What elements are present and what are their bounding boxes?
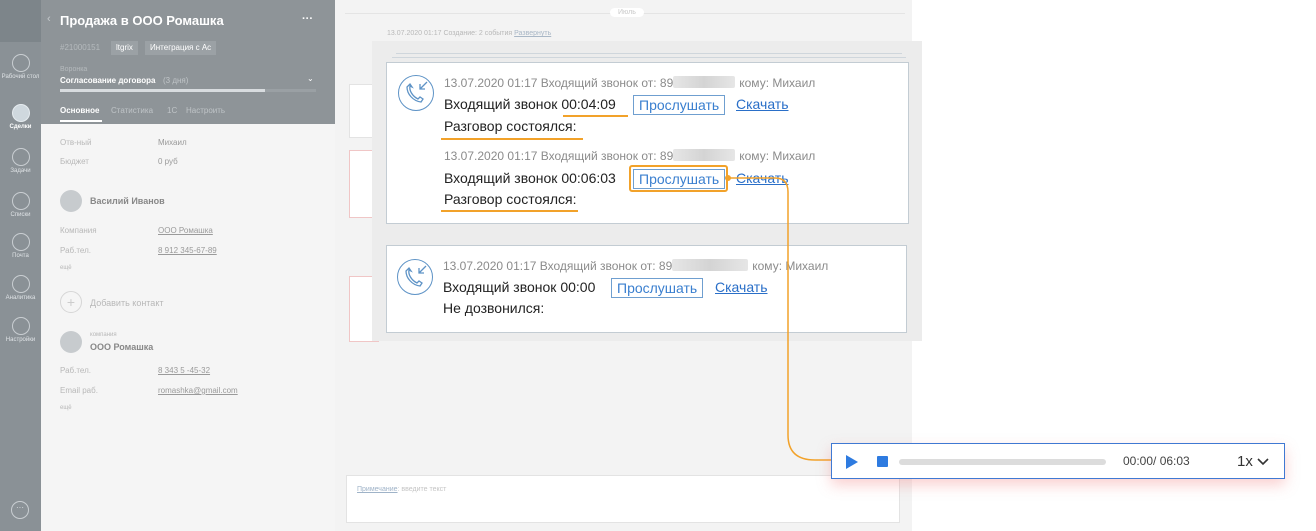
nav-item-deals[interactable]: Сделки xyxy=(0,104,41,130)
tab-statistics[interactable]: Статистика xyxy=(111,106,153,115)
listen-highlight xyxy=(629,165,728,192)
incoming-call-icon xyxy=(398,75,434,111)
deal-tag[interactable]: ltgrix xyxy=(111,41,138,55)
call-meta: 13.07.2020 01:17 Входящий звонок от: 89 к… xyxy=(444,149,816,163)
deal-id: #21000151 xyxy=(60,43,101,52)
seek-bar[interactable] xyxy=(899,459,1106,465)
note-placeholder[interactable]: Примечание: введите текст xyxy=(357,486,446,493)
contact-name[interactable]: Василий Иванов xyxy=(90,196,165,206)
note-input[interactable] xyxy=(346,475,900,523)
pipeline-days: (3 дня) xyxy=(163,76,189,85)
call-duration: Входящий звонок 00:04:09 xyxy=(444,96,616,112)
tab-1c[interactable]: 1С xyxy=(167,106,177,115)
company-avatar xyxy=(60,331,82,353)
company-more-link[interactable]: ещё xyxy=(60,405,72,411)
status-highlight xyxy=(441,210,578,212)
company-phone-label: Раб.тел. xyxy=(60,366,91,375)
listen-button[interactable]: Прослушать xyxy=(633,95,726,115)
expand-link[interactable]: Развернуть xyxy=(514,30,551,37)
phone-redacted xyxy=(673,76,736,88)
add-contact-icon[interactable]: + xyxy=(60,291,82,313)
player-time: 00:00/ 06:03 xyxy=(1123,454,1190,468)
analytics-icon xyxy=(11,275,30,293)
nav-item-mail[interactable]: Почта xyxy=(0,233,41,259)
listen-button[interactable]: Прослушать xyxy=(611,278,704,298)
nav-item-settings[interactable]: Настройки xyxy=(0,317,41,343)
tab-configure[interactable]: Настроить xyxy=(186,106,225,115)
nav-item-dashboard[interactable]: Рабочий стол xyxy=(0,54,41,80)
pipeline-progress-fill xyxy=(60,89,265,92)
contact-phone-link[interactable]: 8 912 345-67-89 xyxy=(158,246,217,255)
mail-icon xyxy=(11,233,30,251)
play-icon[interactable] xyxy=(846,455,858,469)
contact-company-label: Компания xyxy=(60,226,97,235)
phone-icon xyxy=(406,81,428,103)
contact-more-link[interactable]: ещё xyxy=(60,265,72,271)
responsible-value[interactable]: Михаил xyxy=(158,138,187,147)
call-status: Не дозвонился: xyxy=(443,300,545,316)
phone-redacted xyxy=(673,149,736,161)
dashboard-icon xyxy=(11,54,30,72)
deal-title[interactable]: Продажа в ООО Ромашка xyxy=(60,13,224,28)
incoming-call-icon xyxy=(397,259,433,295)
lists-icon xyxy=(11,192,30,210)
nav-item-analytics[interactable]: Аналитика xyxy=(0,275,41,301)
company-email-label: Email раб. xyxy=(60,386,98,395)
company-name[interactable]: ООО Ромашка xyxy=(90,342,153,352)
call-duration: Входящий звонок 00:00 xyxy=(443,279,596,295)
chevron-down-icon xyxy=(1257,458,1269,466)
nav-item-tasks[interactable]: Задачи xyxy=(0,148,41,174)
contact-phone-label: Раб.тел. xyxy=(60,246,91,255)
responsible-label: Отв-ный xyxy=(60,138,92,147)
callout-connector xyxy=(725,175,832,461)
pipeline-stage[interactable]: Согласование договора xyxy=(60,76,155,85)
deal-tag[interactable]: Интеграция с Ас xyxy=(145,41,217,55)
download-link[interactable]: Скачать xyxy=(736,96,789,112)
chevron-down-icon[interactable]: ⌄ xyxy=(307,74,314,83)
feed-summary: 13.07.2020 01:17 Создание: 2 события Раз… xyxy=(387,30,552,37)
phone-icon xyxy=(405,265,427,287)
company-email-link[interactable]: romashka@gmail.com xyxy=(158,386,238,395)
contact-company-link[interactable]: ООО Ромашка xyxy=(158,226,213,235)
budget-value[interactable]: 0 руб xyxy=(158,157,178,166)
contact-avatar xyxy=(60,190,82,212)
more-menu-button[interactable]: ··· xyxy=(302,13,313,25)
company-small-label: компания xyxy=(90,332,117,338)
call-duration: Входящий звонок 00:06:03 xyxy=(444,170,616,186)
call-status: Разговор состоялся: xyxy=(444,118,577,134)
stop-icon[interactable] xyxy=(877,456,888,467)
chat-icon[interactable]: ··· xyxy=(11,501,29,519)
tab-main[interactable]: Основное xyxy=(60,106,99,115)
call-meta: 13.07.2020 01:17 Входящий звонок от: 89 к… xyxy=(444,76,816,90)
stack-edge xyxy=(396,53,902,54)
call-status: Разговор состоялся: xyxy=(444,191,577,207)
tasks-icon xyxy=(11,148,30,166)
deals-icon xyxy=(11,104,30,122)
status-highlight xyxy=(441,138,583,140)
speed-select[interactable]: 1x xyxy=(1237,453,1269,470)
add-contact-button[interactable]: Добавить контакт xyxy=(90,298,163,308)
budget-label: Бюджет xyxy=(60,157,89,166)
active-tab-indicator xyxy=(60,120,102,122)
chevron-left-icon[interactable]: ‹ xyxy=(47,13,51,25)
settings-icon xyxy=(11,317,30,335)
note-type-link[interactable]: Примечание xyxy=(357,486,398,493)
stack-edge xyxy=(392,57,906,58)
pipeline-progress xyxy=(60,89,316,92)
nav-item-lists[interactable]: Списки xyxy=(0,192,41,218)
pipeline-label: Воронка xyxy=(60,66,88,73)
company-phone-link[interactable]: 8 343 5 -45-32 xyxy=(158,366,210,375)
nav-profile-thumb[interactable] xyxy=(0,0,41,42)
feed-month-badge: Июль xyxy=(610,8,644,17)
duration-highlight xyxy=(563,115,628,117)
